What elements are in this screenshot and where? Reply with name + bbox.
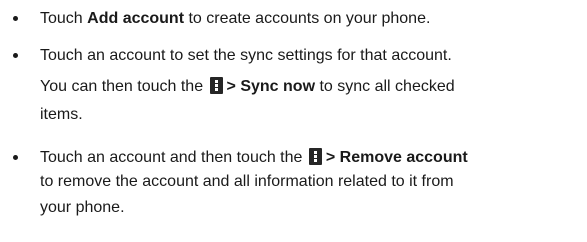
item-text: Touch an account to set the sync setting… [40, 47, 452, 64]
item-line: your phone. [40, 198, 125, 217]
item-text: Touch an account and then touch the [40, 149, 307, 166]
item-text: Touch [40, 10, 88, 27]
item-line: Touch an account to set the sync setting… [40, 46, 452, 65]
item-line: Touch an account and then touch the > Re… [40, 148, 468, 167]
item-text: your phone. [40, 199, 125, 216]
bullet-icon [13, 16, 18, 21]
item-line: Touch Add account to create accounts on … [40, 9, 430, 28]
bullet-icon [13, 53, 18, 58]
menu-icon [308, 148, 322, 165]
menu-icon [209, 77, 223, 94]
item-bold-text: Add account [87, 10, 185, 27]
item-text: to sync all checked [315, 78, 455, 95]
item-text: items. [40, 106, 83, 123]
item-line: You can then touch the > Sync now to syn… [40, 77, 455, 96]
item-text: to remove the account and all informatio… [40, 173, 454, 190]
item-bold-text: > Sync now [226, 78, 316, 95]
item-line: to remove the account and all informatio… [40, 172, 454, 191]
item-line: items. [40, 105, 83, 124]
bullet-icon [13, 155, 18, 160]
item-text: You can then touch the [40, 78, 208, 95]
item-text: to create accounts on your phone. [184, 10, 431, 27]
item-bold-text: > Remove account [325, 149, 468, 166]
